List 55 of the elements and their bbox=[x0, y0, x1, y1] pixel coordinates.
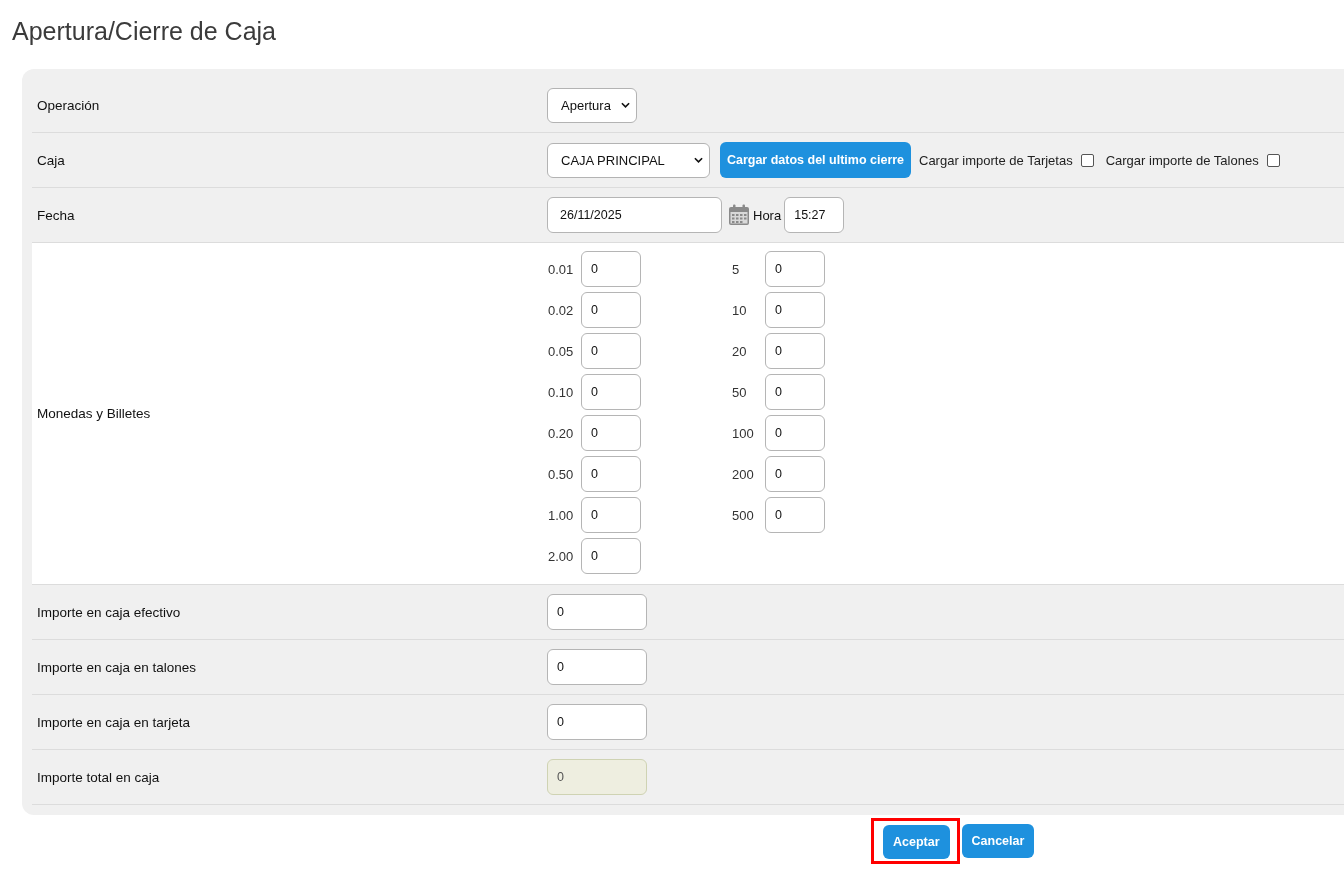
count-input[interactable]: 0 bbox=[581, 374, 641, 410]
count-input[interactable]: 0 bbox=[765, 292, 825, 328]
count-input[interactable]: 0 bbox=[765, 456, 825, 492]
count-input[interactable]: 0 bbox=[765, 415, 825, 451]
denomination-label: 0.10 bbox=[547, 384, 575, 400]
count-input[interactable]: 0 bbox=[581, 456, 641, 492]
denomination-label: 50 bbox=[731, 384, 748, 400]
denomination-label: 0.01 bbox=[547, 261, 575, 277]
denomination-label: 0.50 bbox=[547, 466, 575, 482]
count-input[interactable]: 0 bbox=[581, 538, 641, 574]
denomination-label: 0.20 bbox=[547, 425, 575, 441]
field-label: Caja bbox=[36, 152, 66, 168]
date-input[interactable]: 26/11/2025 bbox=[547, 197, 722, 233]
count-input[interactable]: 0 bbox=[581, 415, 641, 451]
cash-register-select[interactable]: CAJA PRINCIPAL bbox=[547, 142, 710, 178]
denomination-label: 5 bbox=[731, 261, 741, 277]
field-label: Importe en caja efectivo bbox=[36, 604, 182, 620]
count-input[interactable]: 0 bbox=[765, 251, 825, 287]
time-label: Hora bbox=[753, 207, 782, 223]
chevron-down-icon bbox=[621, 102, 630, 108]
total-amount-field[interactable]: 0 bbox=[547, 759, 647, 795]
chevron-down-icon bbox=[694, 157, 703, 163]
field-label: Importe total en caja bbox=[36, 769, 161, 785]
count-input[interactable]: 0 bbox=[765, 374, 825, 410]
field-label: Monedas y Billetes bbox=[36, 406, 152, 421]
amount-input[interactable]: 0 bbox=[547, 594, 647, 630]
denomination-label: 10 bbox=[731, 302, 748, 318]
amount-input[interactable]: 0 bbox=[547, 649, 647, 685]
count-input[interactable]: 0 bbox=[581, 292, 641, 328]
count-input[interactable]: 0 bbox=[581, 333, 641, 369]
checkbox-label: Cargar importe de Talones bbox=[1105, 152, 1259, 168]
checkbox[interactable] bbox=[1080, 153, 1094, 167]
count-input[interactable]: 0 bbox=[765, 497, 825, 533]
field-label: Operación bbox=[36, 97, 101, 113]
denomination-label: 0.02 bbox=[547, 302, 575, 318]
denomination-label: 2.00 bbox=[547, 548, 575, 564]
denomination-label: 0.05 bbox=[547, 343, 575, 359]
operation-select[interactable]: Apertura bbox=[547, 87, 637, 123]
time-input[interactable]: 15:27 bbox=[784, 197, 845, 233]
calendar-icon[interactable] bbox=[728, 204, 750, 226]
denomination-label: 1.00 bbox=[547, 507, 575, 523]
amount-input[interactable]: 0 bbox=[547, 704, 647, 740]
denomination-label: 100 bbox=[731, 425, 755, 441]
field-label: Importe en caja en tarjeta bbox=[36, 714, 192, 730]
count-input[interactable]: 0 bbox=[581, 497, 641, 533]
checkbox-label: Cargar importe de Tarjetas bbox=[919, 152, 1073, 168]
denomination-label: 20 bbox=[731, 343, 748, 359]
field-label: Fecha bbox=[36, 207, 76, 223]
count-input[interactable]: 0 bbox=[765, 333, 825, 369]
checkbox[interactable] bbox=[1266, 153, 1280, 167]
denomination-label: 200 bbox=[731, 466, 755, 482]
denomination-label: 500 bbox=[731, 507, 755, 523]
count-input[interactable]: 0 bbox=[581, 251, 641, 287]
field-label: Importe en caja en talones bbox=[36, 659, 198, 675]
page-title: Apertura/Cierre de Caja bbox=[11, 16, 276, 46]
